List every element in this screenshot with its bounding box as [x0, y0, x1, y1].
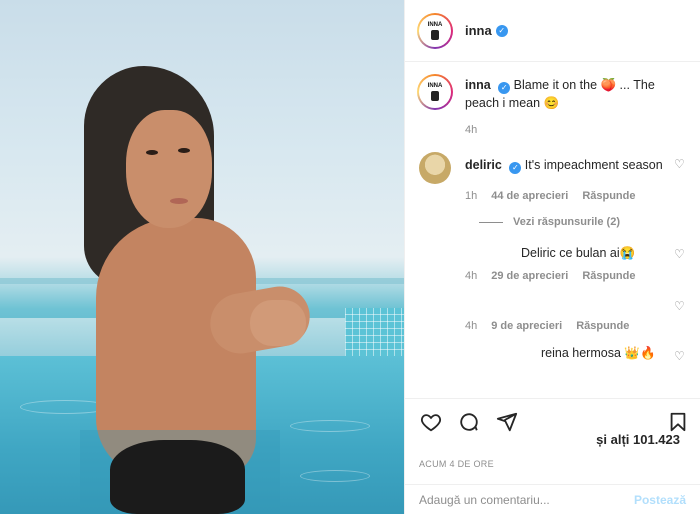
reply-likes[interactable]: 9 de aprecieri [491, 320, 562, 332]
post-comment-button[interactable]: Postează [634, 493, 686, 507]
reply-like-heart-icon[interactable]: ♡ [674, 350, 686, 362]
avatar-figure [430, 29, 439, 40]
caption-text: Blame it on the 🍑 ... The peach i mean 😊 [465, 78, 655, 110]
reply-button[interactable]: Răspunde [576, 320, 629, 332]
username[interactable]: inna [465, 23, 492, 38]
caption-time: 4h [465, 124, 478, 136]
comment-like-heart-icon[interactable]: ♡ [674, 158, 686, 170]
reply-likes[interactable]: 29 de aprecieri [491, 270, 568, 282]
caption-meta: 4h [465, 124, 700, 136]
ripple [300, 470, 370, 482]
view-replies-label: Vezi răspunsurile (2) [513, 216, 620, 228]
comment-username[interactable]: deliric [465, 158, 502, 172]
reply-like-heart-icon[interactable]: ♡ [674, 248, 686, 260]
add-comment-bar: Adaugă un comentariu... Postează [405, 484, 700, 514]
reply-button[interactable]: Răspunde [582, 270, 635, 282]
caption-username[interactable]: inna [465, 78, 491, 92]
heart-icon[interactable] [419, 410, 443, 434]
avatar-logo-text: INNA [427, 21, 443, 28]
verified-icon: ✓ [509, 162, 522, 174]
reply-like-heart-icon[interactable]: ♡ [674, 300, 686, 312]
eye [146, 150, 158, 155]
reply-time: 4h [465, 270, 478, 282]
verified-icon: ✓ [498, 82, 511, 94]
post-panel: INNA inna ✓ INNA inna ✓ Blame it on the … [404, 0, 700, 514]
reply-time: 4h [465, 320, 478, 332]
view-replies-line [479, 221, 503, 223]
reply: reina hermosa 👑🔥 ♡ [521, 344, 700, 362]
pool-tiles [345, 308, 404, 360]
caption: INNA inna ✓ Blame it on the 🍑 ... The pe… [417, 74, 700, 112]
caption-avatar[interactable]: INNA [417, 74, 453, 110]
post-time: ACUM 4 DE ORE [419, 459, 494, 469]
post-header: INNA inna ✓ [405, 0, 700, 62]
post-photo[interactable] [0, 0, 404, 514]
comment-text: It's impeachment season [524, 158, 663, 172]
verified-icon: ✓ [495, 24, 508, 37]
comment-input[interactable]: Adaugă un comentariu... [419, 493, 634, 507]
comment-reply-button[interactable]: Răspunde [582, 190, 635, 202]
reply-meta: 4h 9 de aprecieri Răspunde [465, 320, 700, 332]
ripple [290, 420, 370, 432]
comment-time: 1h [465, 190, 478, 202]
avatar-figure [430, 91, 439, 101]
reply-meta: 4h 29 de aprecieri Răspunde [465, 270, 700, 282]
view-replies-button[interactable]: Vezi răspunsurile (2) [479, 216, 700, 228]
share-icon[interactable] [495, 410, 519, 434]
comment-avatar[interactable] [419, 152, 451, 184]
likes-count[interactable]: și alți 101.423 [596, 432, 680, 447]
comment-meta: 1h 44 de aprecieri Răspunde [465, 190, 700, 202]
eye [178, 148, 190, 153]
comment-icon[interactable] [457, 410, 481, 434]
comment-likes[interactable]: 44 de aprecieri [491, 190, 568, 202]
reply: ♡ [521, 300, 700, 314]
bookmark-icon[interactable] [666, 410, 690, 434]
avatar[interactable]: INNA [417, 12, 453, 49]
lips [170, 198, 188, 204]
comment: deliric ✓ It's impeachment season ♡ [417, 152, 700, 184]
comments-list[interactable]: INNA inna ✓ Blame it on the 🍑 ... The pe… [405, 62, 700, 398]
reply: Deliric ce bulan ai😭 ♡ [521, 244, 700, 262]
face [126, 110, 212, 228]
swimsuit [110, 440, 245, 514]
avatar-logo-text: INNA [427, 83, 443, 89]
hand [250, 300, 306, 346]
